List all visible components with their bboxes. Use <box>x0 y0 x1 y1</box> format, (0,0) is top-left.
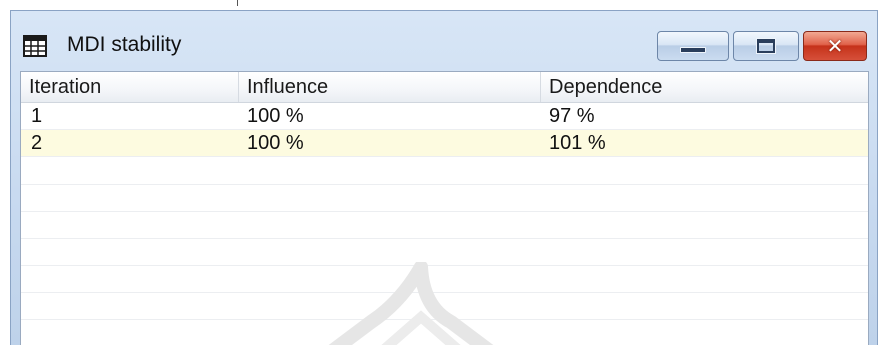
cell-iteration: 2 <box>31 132 43 154</box>
mdi-stability-window: MDI stability ✕ Iteration Influence Depe… <box>10 10 878 345</box>
cell-dependence: 97 % <box>549 105 595 127</box>
cell-dependence: 101 % <box>549 132 606 154</box>
title-bar[interactable]: MDI stability ✕ <box>11 11 877 69</box>
maximize-icon <box>756 38 776 54</box>
cell-influence: 100 % <box>247 132 304 154</box>
column-header-iteration[interactable]: Iteration <box>21 72 239 102</box>
empty-row-line <box>21 184 868 185</box>
close-icon: ✕ <box>826 34 844 58</box>
column-header-dependence[interactable]: Dependence <box>541 72 868 102</box>
empty-row-line <box>21 211 868 212</box>
minimize-icon <box>680 47 706 53</box>
top-edge-tick <box>237 0 238 6</box>
cell-iteration: 1 <box>31 105 43 127</box>
table-row[interactable]: 1 100 % 97 % <box>21 103 868 130</box>
watermark-logo <box>328 262 494 345</box>
cell-influence: 100 % <box>247 105 304 127</box>
empty-row-line <box>21 238 868 239</box>
grid-table-icon <box>23 35 47 57</box>
column-header-influence[interactable]: Influence <box>239 72 541 102</box>
stability-table: Iteration Influence Dependence 1 100 % 9… <box>20 71 869 345</box>
table-row-selected[interactable]: 2 100 % 101 % <box>21 130 868 157</box>
close-button[interactable]: ✕ <box>803 31 867 61</box>
minimize-button[interactable] <box>657 31 729 61</box>
maximize-button[interactable] <box>733 31 799 61</box>
table-header: Iteration Influence Dependence <box>21 72 868 103</box>
window-title: MDI stability <box>67 33 182 56</box>
